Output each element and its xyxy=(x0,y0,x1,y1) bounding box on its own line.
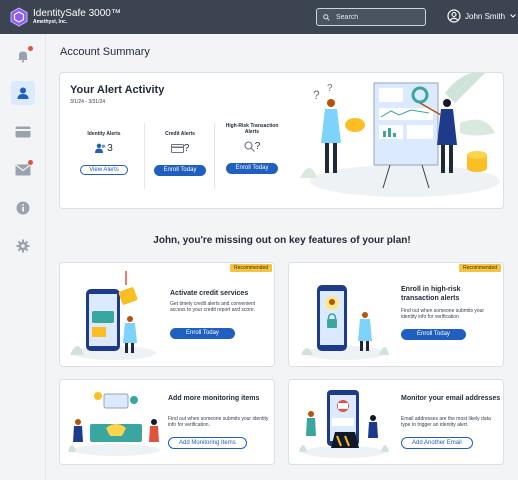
svg-text:?: ? xyxy=(313,88,320,102)
sidebar xyxy=(0,34,46,480)
app-name: IdentitySafe 3000™ xyxy=(33,8,121,19)
credit-illustration xyxy=(70,271,156,360)
logo-icon xyxy=(10,7,28,27)
sidebar-item-notifications[interactable] xyxy=(11,44,35,68)
person-icon xyxy=(17,87,29,99)
user-avatar-icon xyxy=(447,9,461,23)
high-risk-alerts-count: ? xyxy=(222,139,282,153)
high-risk-alerts-column: High-Risk Transaction Alerts ? Enroll To… xyxy=(222,123,282,174)
sidebar-item-messages[interactable] xyxy=(11,158,35,182)
credit-alerts-value: ? xyxy=(183,142,190,154)
feature-description: Get timely credit alerts and convenient … xyxy=(170,301,256,313)
credit-card-icon xyxy=(170,143,184,153)
view-alerts-button[interactable]: View Alerts xyxy=(80,165,128,175)
feature-title: Activate credit services xyxy=(170,290,249,297)
alert-activity-card: Your Alert Activity 3/1/24 - 3/31/24 Ide… xyxy=(59,72,504,209)
identity-alerts-value: 3 xyxy=(107,142,113,154)
recommended-badge: Recommended xyxy=(459,264,501,272)
recommended-badge: Recommended xyxy=(230,264,272,272)
search-icon xyxy=(323,13,330,21)
feature-card-high-risk: Recommended Enroll in high-risk transact… xyxy=(288,262,504,367)
email-monitoring-illustration xyxy=(299,390,389,458)
credit-alerts-column: Credit Alerts ? Enroll Today xyxy=(150,123,210,176)
notification-dot xyxy=(28,160,33,165)
feature-description: Email addresses are the most likely data… xyxy=(401,416,491,428)
svg-text:?: ? xyxy=(327,83,333,94)
magnifier-icon xyxy=(244,140,255,152)
people-icon xyxy=(95,143,106,153)
info-icon xyxy=(16,201,30,215)
identity-alerts-count: 3 xyxy=(74,141,134,155)
credit-alerts-count: ? xyxy=(150,141,210,155)
feature-description: Find out when someone submits your ident… xyxy=(401,308,485,320)
monitoring-illustration xyxy=(68,392,160,456)
feature-card-credit: Recommended Activate credit services Get… xyxy=(59,262,275,367)
search-input[interactable] xyxy=(336,13,416,21)
enroll-transaction-alerts-button[interactable]: Enroll Today xyxy=(401,329,466,340)
credit-card-icon xyxy=(15,126,31,138)
feature-card-email: Monitor your email addresses Email addre… xyxy=(288,379,504,465)
alert-date-range: 3/1/24 - 3/31/24 xyxy=(70,99,106,105)
user-menu[interactable]: John Smith xyxy=(447,9,516,23)
company-name: Amethyst, Inc. xyxy=(33,19,68,25)
page-title: Account Summary xyxy=(60,46,150,58)
high-risk-alerts-value: ? xyxy=(254,140,261,152)
notification-dot xyxy=(28,46,33,51)
top-bar: IdentitySafe 3000™ Amethyst, Inc. John S… xyxy=(0,0,518,34)
feature-title: Enroll in high-risk transaction alerts xyxy=(401,286,461,302)
sidebar-item-info[interactable] xyxy=(11,196,35,220)
high-risk-alerts-label: High-Risk Transaction Alerts xyxy=(225,123,279,135)
user-name: John Smith xyxy=(465,11,506,21)
feature-title: Monitor your email addresses xyxy=(401,395,501,402)
enroll-credit-alerts-button[interactable]: Enroll Today xyxy=(153,165,207,176)
envelope-icon xyxy=(15,164,31,176)
chevron-down-icon xyxy=(510,14,516,18)
missing-features-heading: John, you're missing out on key features… xyxy=(153,235,411,246)
feature-card-monitoring: Add more monitoring items Find out when … xyxy=(59,379,275,465)
divider xyxy=(144,123,145,189)
sidebar-item-credit[interactable] xyxy=(11,120,35,144)
credit-alerts-label: Credit Alerts xyxy=(165,131,195,137)
brand[interactable]: IdentitySafe 3000™ Amethyst, Inc. xyxy=(33,8,121,26)
bell-icon xyxy=(18,51,28,63)
feature-description: Find out when someone submits your ident… xyxy=(168,416,269,428)
sidebar-item-account[interactable] xyxy=(11,81,35,105)
search-box[interactable] xyxy=(316,8,426,26)
identity-alerts-label: Identity Alerts xyxy=(87,131,121,137)
feature-title: Add more monitoring items xyxy=(168,395,260,402)
add-monitoring-items-button[interactable]: Add Monitoring Items xyxy=(168,437,247,449)
add-another-email-button[interactable]: Add Another Email xyxy=(401,437,473,449)
identity-alerts-column: Identity Alerts 3 View Alerts xyxy=(74,123,134,176)
enroll-high-risk-alerts-button[interactable]: Enroll Today xyxy=(225,163,279,174)
alert-activity-illustration: ? ? xyxy=(300,72,500,197)
transaction-alerts-illustration xyxy=(301,285,389,360)
enroll-credit-button[interactable]: Enroll Today xyxy=(170,328,235,339)
divider xyxy=(214,123,215,189)
alert-activity-title: Your Alert Activity xyxy=(70,84,165,96)
